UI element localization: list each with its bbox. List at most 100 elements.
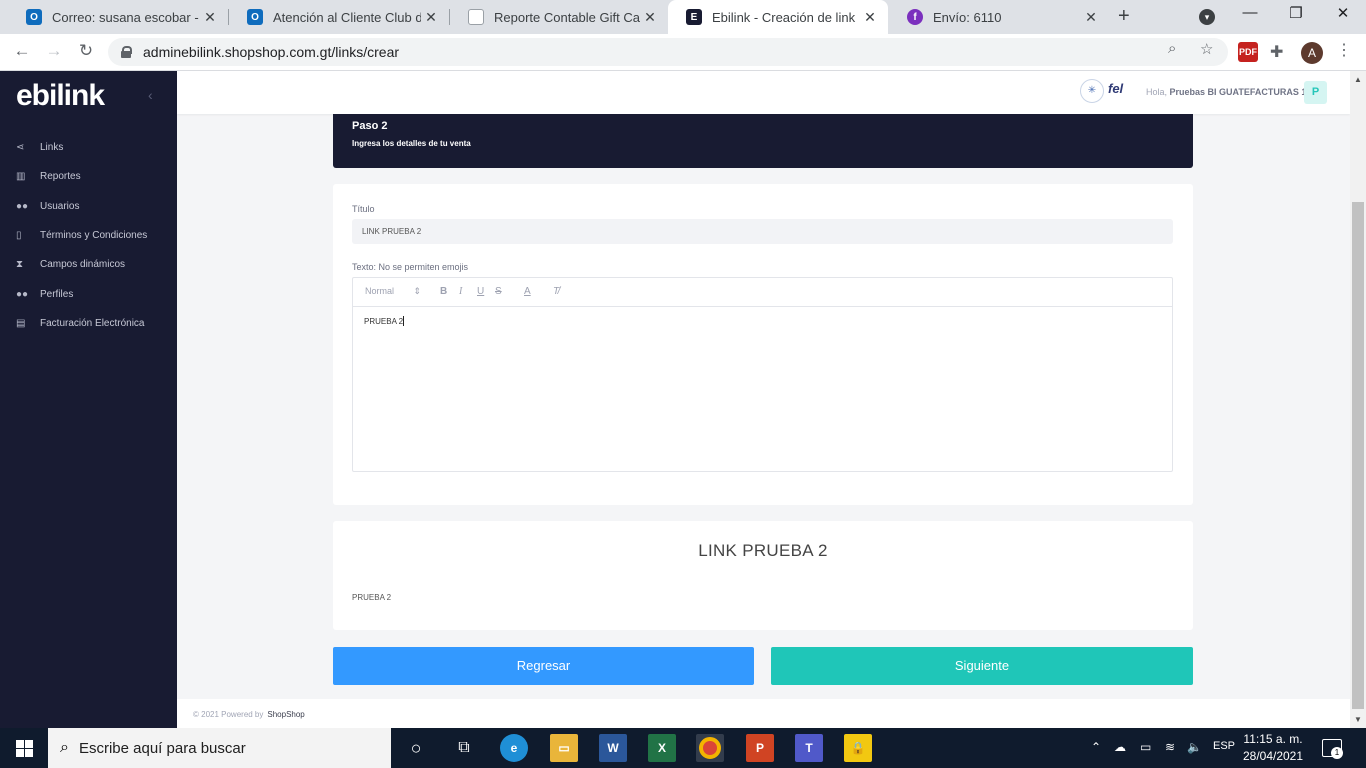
sidebar-item-campos-dinamicos[interactable]: ⧗ Campos dinámicos	[0, 253, 177, 275]
underline-icon[interactable]: U	[477, 286, 484, 297]
tab-title: Atención al Cliente Club de Compras	[273, 9, 421, 25]
lock-icon[interactable]	[121, 46, 132, 58]
clock-time: 11:15 a. m.	[1243, 732, 1303, 746]
cortana-circle-icon[interactable]: ○	[402, 734, 430, 762]
italic-icon[interactable]: I	[459, 286, 462, 297]
more-menu-icon[interactable]: ⋮	[1336, 40, 1352, 60]
tray-chevron-icon[interactable]: ⌃	[1091, 740, 1101, 754]
fel-seal-icon: ✳	[1080, 79, 1104, 103]
sidebar-item-label: Facturación Electrónica	[40, 317, 145, 329]
bold-icon[interactable]: B	[440, 286, 447, 297]
browser-tab-ebilink[interactable]: E Ebilink - Creación de link ✕	[668, 0, 888, 34]
invoice-icon: ▤	[16, 317, 26, 329]
clock[interactable]: 11:15 a. m. 28/04/2021	[1242, 731, 1304, 765]
chrome-icon[interactable]	[696, 734, 724, 762]
tab-search-icon[interactable]: ▾	[1199, 9, 1215, 25]
footer-text: © 2021 Powered by ShopShop	[193, 710, 305, 719]
link-form-card: Título Texto: No se permiten emojis Norm…	[333, 184, 1193, 505]
document-icon: ▯	[16, 229, 22, 241]
notification-count: 1	[1331, 747, 1343, 759]
close-icon[interactable]: ✕	[421, 9, 441, 26]
browser-tab-envio[interactable]: f Envío: 6110 ✕	[889, 0, 1109, 34]
next-button[interactable]: Siguiente	[771, 647, 1193, 685]
close-icon[interactable]: ✕	[640, 9, 660, 26]
scrollbar-thumb[interactable]	[1352, 202, 1364, 709]
pdf-extension-icon[interactable]: PDF	[1238, 42, 1258, 62]
footer: © 2021 Powered by ShopShop	[177, 699, 1350, 728]
new-tab-plus-icon[interactable]: +	[1118, 5, 1130, 28]
copyright-text: © 2021 Powered by	[193, 710, 264, 719]
browser-tab-atencion-cliente[interactable]: O Atención al Cliente Club de Compras ✕	[229, 0, 449, 34]
browser-tab-reporte-contable[interactable]: Reporte Contable Gift Cards - Google She…	[450, 0, 668, 34]
ebilink-icon: E	[686, 9, 702, 25]
close-icon[interactable]: ✕	[200, 9, 220, 26]
clear-format-icon[interactable]: T̸	[553, 286, 559, 297]
close-icon[interactable]: ✕	[1081, 9, 1101, 26]
back-button[interactable]: Regresar	[333, 647, 754, 685]
reload-icon[interactable]: ↻	[74, 41, 98, 61]
outlook-icon: O	[26, 9, 42, 25]
teams-icon[interactable]: T	[795, 734, 823, 762]
restore-icon[interactable]: ❐	[1273, 4, 1319, 22]
extensions-puzzle-icon[interactable]: ✚	[1270, 42, 1290, 62]
wifi-icon[interactable]: ≋	[1165, 740, 1175, 754]
task-view-icon[interactable]: ⧉	[450, 734, 478, 762]
zoom-search-icon[interactable]: ⌕	[1168, 40, 1176, 57]
page-scrollbar[interactable]: ▲ ▼	[1350, 71, 1366, 728]
search-icon: ⌕	[60, 739, 69, 756]
volume-icon[interactable]: 🔈	[1187, 740, 1202, 754]
start-button[interactable]	[0, 728, 48, 768]
chrome-logo	[699, 737, 721, 759]
minimize-icon[interactable]: —	[1227, 4, 1273, 21]
document-icon	[468, 9, 484, 25]
editor-toolbar: Normal ⇕ B I U S A T̸	[353, 278, 1172, 307]
windows-logo-icon	[15, 739, 33, 757]
editor-content-area[interactable]: PRUEBA 2	[364, 316, 405, 326]
tab-title: Reporte Contable Gift Cards - Google She…	[494, 9, 640, 25]
text-label: Texto: No se permiten emojis	[352, 262, 469, 272]
word-icon[interactable]: W	[599, 734, 627, 762]
purple-circle-icon: f	[907, 9, 923, 25]
address-bar[interactable]: adminebilink.shopshop.com.gt/links/crear	[108, 38, 1228, 66]
sidebar-item-reportes[interactable]: ▥ Reportes	[0, 165, 177, 187]
language-indicator[interactable]: ESP	[1213, 740, 1235, 752]
window-close-icon[interactable]: ✕	[1320, 4, 1366, 22]
format-select-value: Normal	[365, 286, 395, 296]
rich-text-editor: Normal ⇕ B I U S A T̸ PRUEBA 2	[352, 277, 1173, 472]
sidebar-item-usuarios[interactable]: ●● Usuarios	[0, 195, 177, 217]
excel-icon[interactable]: X	[648, 734, 676, 762]
close-icon[interactable]: ✕	[860, 9, 880, 26]
bookmark-star-icon[interactable]: ☆	[1200, 40, 1213, 58]
search-placeholder: Escribe aquí para buscar	[78, 739, 246, 757]
preview-title: LINK PRUEBA 2	[698, 541, 828, 560]
scroll-down-arrow-icon[interactable]: ▼	[1354, 715, 1362, 724]
back-arrow-icon[interactable]: ←	[10, 41, 34, 61]
file-explorer-icon[interactable]: ▭	[550, 734, 578, 762]
taskbar-search[interactable]: ⌕ Escribe aquí para buscar	[48, 728, 391, 768]
format-select[interactable]: Normal ⇕	[365, 286, 421, 297]
edge-browser-icon[interactable]: e	[500, 734, 528, 762]
onedrive-icon[interactable]: ☁	[1114, 740, 1126, 754]
forward-arrow-icon[interactable]: →	[42, 41, 66, 61]
text-color-icon[interactable]: A	[524, 286, 531, 297]
preview-card: LINK PRUEBA 2 PRUEBA 2	[333, 521, 1193, 630]
user-avatar[interactable]: P	[1304, 81, 1327, 104]
ebilink-logo[interactable]: ebilink	[16, 79, 105, 113]
browser-tab-outlook-mail[interactable]: O Correo: susana escobar - Outlook ✕	[8, 0, 228, 34]
powerpoint-icon[interactable]: P	[746, 734, 774, 762]
fel-logo: fel	[1108, 81, 1124, 96]
security-lock-icon[interactable]: 🔒	[844, 734, 872, 762]
sidebar-item-facturacion[interactable]: ▤ Facturación Electrónica	[0, 312, 177, 334]
sidebar-item-terminos[interactable]: ▯ Términos y Condiciones	[0, 224, 177, 246]
title-input[interactable]	[352, 219, 1173, 244]
battery-icon[interactable]: ▭	[1140, 740, 1151, 754]
footer-brand-link[interactable]: ShopShop	[267, 710, 304, 719]
sidebar-item-links[interactable]: ⋖ Links	[0, 136, 177, 158]
strikethrough-icon[interactable]: S	[495, 286, 502, 297]
sidebar-item-perfiles[interactable]: ●● Perfiles	[0, 283, 177, 305]
collapse-sidebar-icon[interactable]: ‹	[148, 87, 153, 103]
scroll-up-arrow-icon[interactable]: ▲	[1354, 75, 1362, 84]
user-greeting: Hola, Pruebas BI GUATEFACTURAS 1	[1146, 87, 1306, 97]
outlook-icon: O	[247, 9, 263, 25]
profile-avatar[interactable]: A	[1301, 42, 1323, 64]
